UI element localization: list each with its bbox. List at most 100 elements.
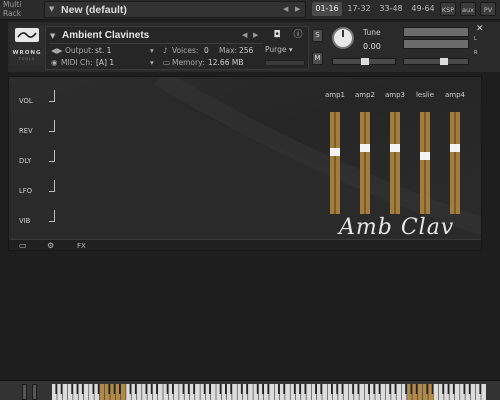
white-key[interactable] (195, 384, 200, 400)
output-dropdown-icon[interactable]: ▾ (150, 46, 154, 55)
volume-slider-handle[interactable] (440, 58, 448, 65)
volume-slider[interactable] (403, 58, 469, 65)
amp4-slider[interactable] (450, 112, 460, 214)
instrument-menu-caret-icon[interactable]: ▼ (50, 32, 55, 40)
midi-channel-selector[interactable]: [A] 1 (96, 58, 114, 67)
mod-wheel[interactable] (32, 384, 37, 400)
instrument-performance-panel: VOL REV DLY LFO VIB amp1 amp2 amp3 lesli… (8, 76, 482, 251)
leslie-slider[interactable] (420, 112, 430, 214)
rack-label: Multi Rack (3, 0, 43, 18)
amp4-slider-handle[interactable] (450, 144, 460, 152)
pan-slider[interactable] (332, 58, 396, 65)
white-key[interactable] (359, 384, 365, 400)
mute-button[interactable]: M (312, 52, 323, 65)
pv-button[interactable]: PV (480, 2, 496, 16)
fx-tab[interactable]: FX (77, 242, 86, 250)
white-key[interactable] (481, 384, 486, 400)
white-key[interactable] (83, 384, 89, 400)
amp3-slider[interactable] (390, 112, 400, 214)
white-key[interactable] (232, 384, 237, 400)
ksp-button[interactable]: KSP (440, 2, 456, 16)
white-key[interactable] (396, 384, 402, 400)
tune-knob[interactable] (332, 27, 354, 49)
tab-page-1[interactable]: 01-16 (312, 2, 342, 16)
right-channel-label: R (474, 50, 478, 56)
amp-label-amp4: amp4 (444, 91, 465, 99)
keyboard-keys[interactable] (52, 384, 492, 400)
amp1-slider-handle[interactable] (330, 148, 340, 156)
white-key[interactable] (269, 384, 274, 400)
aux-button[interactable]: aux (460, 2, 476, 16)
white-key[interactable] (285, 384, 290, 400)
logo-subtext: TOOLS (18, 57, 36, 61)
midi-icon: ◉ (51, 58, 58, 67)
fx-label-dly: DLY (19, 157, 32, 165)
white-key[interactable] (417, 384, 423, 400)
tab-page-3[interactable]: 33-48 (376, 2, 406, 16)
level-meter-right (403, 39, 469, 49)
pitch-wheel[interactable] (22, 384, 27, 400)
fx-label-rev: REV (19, 127, 33, 135)
purge-bar (265, 60, 305, 66)
rev-slider-tick (49, 131, 55, 132)
fx-label-vib: VIB (19, 217, 31, 225)
white-key[interactable] (136, 384, 142, 400)
white-key[interactable] (120, 384, 126, 400)
output-label: Output: (65, 46, 94, 55)
white-key[interactable] (99, 384, 105, 400)
white-key[interactable] (343, 384, 349, 400)
max-voices-label: Max: (219, 46, 238, 55)
leslie-slider-handle[interactable] (420, 152, 430, 160)
white-key[interactable] (248, 384, 253, 400)
amp2-slider-handle[interactable] (360, 144, 370, 152)
memory-value: 12.66 MB (208, 58, 244, 67)
white-key[interactable] (306, 384, 312, 400)
amp2-slider[interactable] (360, 112, 370, 214)
white-key[interactable] (62, 384, 68, 400)
next-arrow-icon[interactable]: ▶ (295, 5, 300, 13)
purge-label: Purge (265, 45, 287, 54)
memory-icon: ▭ (163, 58, 171, 67)
purge-menu[interactable]: Purge ▾ (265, 45, 305, 56)
close-icon[interactable]: ✕ (476, 24, 484, 34)
memory-label: Memory: (172, 58, 205, 67)
output-selector[interactable]: st. 1 (95, 46, 111, 55)
tune-label: Tune (363, 28, 381, 37)
tab-page-2[interactable]: 17-32 (344, 2, 374, 16)
midi-dropdown-icon[interactable]: ▾ (150, 58, 154, 67)
amp3-slider-handle[interactable] (390, 144, 400, 152)
white-key[interactable] (433, 384, 439, 400)
logo-text: WRONG (12, 50, 42, 56)
amp-label-leslie: leslie (415, 91, 435, 99)
white-key[interactable] (173, 384, 179, 400)
fx-label-vol: VOL (19, 97, 33, 105)
instrument-info-panel: ▼ Ambient Clavinets ◀ ▶ ◀▶ Output: st. 1… (45, 26, 309, 70)
multi-preset-selector[interactable]: ▼ New (default) ◀ ▶ (44, 1, 306, 18)
instrument-previous-icon[interactable]: ◀ (242, 31, 247, 39)
left-channel-label: L (474, 36, 477, 42)
white-key[interactable] (454, 384, 460, 400)
white-key[interactable] (211, 384, 216, 400)
output-icon: ◀▶ (51, 46, 63, 55)
white-key[interactable] (380, 384, 386, 400)
tune-value[interactable]: 0.00 (363, 42, 381, 51)
max-voices-value[interactable]: 256 (239, 46, 253, 55)
tab-page-4[interactable]: 49-64 (408, 2, 438, 16)
instrument-script-title: Amb Clav (339, 215, 455, 240)
instrument-name[interactable]: Ambient Clavinets (62, 30, 149, 41)
camera-icon[interactable]: ◘ (270, 29, 284, 41)
solo-button[interactable]: S (312, 29, 323, 42)
dropdown-caret-icon[interactable]: ▼ (49, 5, 54, 13)
white-key[interactable] (322, 384, 327, 400)
instrument-next-icon[interactable]: ▶ (253, 31, 258, 39)
instrument-logo[interactable]: WRONG TOOLS (10, 26, 44, 66)
settings-gear-icon[interactable]: ⚙ (47, 241, 54, 250)
pan-slider-handle[interactable] (361, 58, 369, 65)
previous-arrow-icon[interactable]: ◀ (283, 5, 288, 13)
info-icon[interactable]: ⓘ (291, 29, 305, 41)
wrench-icon (15, 28, 39, 42)
keyboard-view-icon[interactable]: ▭ (19, 241, 27, 250)
white-key[interactable] (470, 384, 476, 400)
amp1-slider[interactable] (330, 112, 340, 214)
white-key[interactable] (158, 384, 163, 400)
